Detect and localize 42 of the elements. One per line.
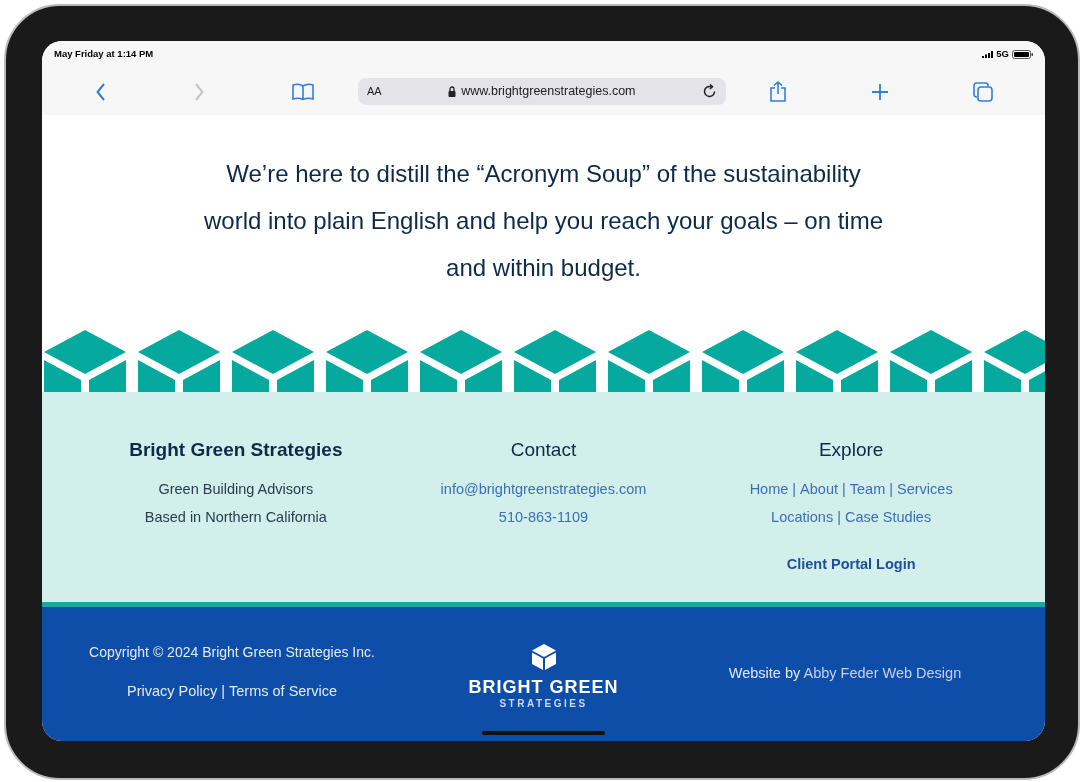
footer-link[interactable]: Case Studies [844, 507, 932, 529]
separator: | [889, 479, 894, 499]
copyright-text: Copyright © 2024 Bright Green Strategies Inc. [89, 642, 375, 662]
credit-text: Website by Abby Feder Web Design [728, 664, 962, 684]
footer-link[interactable]: Team [849, 478, 886, 501]
book-icon[interactable] [292, 83, 314, 100]
tagline-text: Based in Northern California [144, 508, 327, 528]
lock-icon [448, 86, 457, 97]
column-heading: Contact [510, 438, 577, 462]
column-heading: Bright Green Strategies [129, 438, 343, 462]
back-icon[interactable] [96, 82, 106, 101]
intro-paragraph: We’re here to distill the “Acronym Soup” of the sustainability world into plain English and help you reach your goals – on time and within budget. [203, 159, 884, 283]
footer-link[interactable]: Locations [771, 507, 834, 529]
cube-logo-icon [531, 644, 556, 670]
footer-link[interactable]: Home [749, 478, 789, 501]
signal-icon [982, 51, 994, 58]
tabs-icon[interactable] [972, 81, 993, 102]
column-heading: Explore [818, 438, 884, 462]
footer-link[interactable]: Services [897, 478, 953, 501]
separator: | [221, 681, 225, 701]
phone-link[interactable]: 510-863-1109 [498, 507, 589, 529]
credit-link[interactable]: Abby Feder Web Design [803, 665, 962, 682]
network-label: 5G [996, 47, 1009, 62]
separator: | [842, 479, 846, 499]
battery-icon [1012, 50, 1033, 59]
share-icon[interactable] [768, 81, 787, 102]
separator: | [837, 508, 841, 528]
footer-link[interactable]: About [800, 478, 838, 501]
address-bar[interactable]: AA www.brightgreenstrategies.com [358, 78, 726, 105]
text-size-button[interactable]: AA [367, 83, 382, 100]
url-text: www.brightgreenstrategies.com [461, 83, 636, 101]
logo-wordmark: BRIGHT GREEN [468, 676, 619, 698]
reload-icon[interactable] [702, 84, 717, 99]
plus-icon[interactable] [871, 83, 888, 100]
status-time: May Friday at 1:14 PM [54, 47, 154, 62]
footer-link[interactable]: Terms of Service [229, 680, 337, 703]
footer-link[interactable]: Privacy Policy [127, 680, 218, 703]
separator: | [792, 479, 797, 499]
client-portal-link[interactable]: Client Portal Login [786, 554, 916, 576]
logo-subtitle: STRATEGIES [499, 698, 588, 710]
tagline-text: Green Building Advisors [158, 479, 314, 499]
email-link[interactable]: info@brightgreenstrategies.com [440, 478, 647, 501]
